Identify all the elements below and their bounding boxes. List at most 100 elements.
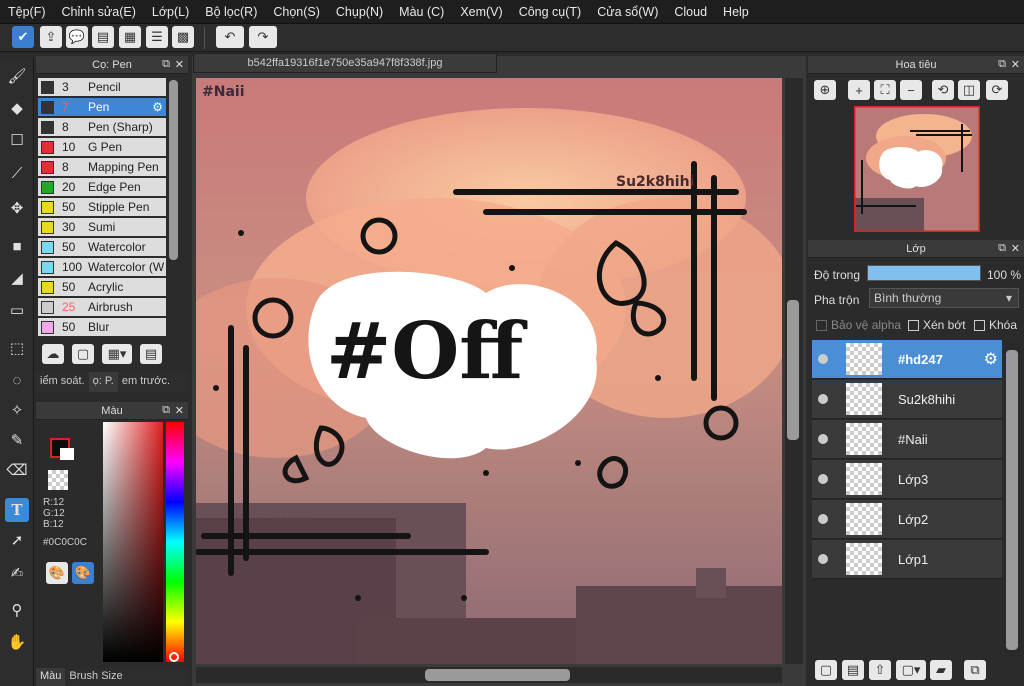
select-rect-tool-icon[interactable]: ⬚ — [5, 336, 29, 360]
close-icon[interactable]: ✕ — [175, 58, 184, 71]
layer-up-icon[interactable]: ⇧ — [869, 660, 891, 680]
menu-select[interactable]: Chọn(S) — [265, 5, 328, 19]
share-icon[interactable]: ⇪ — [40, 26, 62, 48]
brush-item[interactable]: 50 Stipple Pen — [38, 198, 166, 217]
brush-item[interactable]: 50 Watercolor — [38, 238, 166, 257]
visibility-icon[interactable] — [818, 474, 828, 484]
layer-row[interactable]: #Naii — [812, 420, 1002, 459]
background-color-swatch[interactable] — [60, 448, 74, 460]
redo-icon[interactable]: ↷ — [249, 26, 277, 48]
popout-icon[interactable]: ⧉ — [162, 58, 170, 71]
blend-mode-select[interactable]: Bình thường ▾ — [869, 288, 1019, 308]
bucket-tool-icon[interactable]: ◢ — [5, 266, 29, 290]
menu-layer[interactable]: Lớp(L) — [144, 5, 197, 19]
menu-view[interactable]: Xem(V) — [452, 5, 510, 19]
rotate-right-icon[interactable]: ⟳ — [986, 80, 1008, 100]
brush-menu-icon[interactable]: ▦▾ — [102, 344, 132, 364]
brush-item[interactable]: 100 Watercolor (W — [38, 258, 166, 277]
grid-icon[interactable]: ▩ — [172, 26, 194, 48]
brush-item[interactable]: 25 Airbrush — [38, 298, 166, 317]
gear-icon[interactable]: ⚙ — [984, 349, 998, 369]
visibility-icon[interactable] — [818, 434, 828, 444]
hand-tool-icon[interactable]: ✋ — [5, 630, 29, 654]
layer-scrollbar[interactable] — [1006, 350, 1018, 650]
rectangle-tool-icon[interactable]: ☐ — [5, 128, 29, 152]
zoom-in-icon[interactable]: + — [848, 80, 870, 100]
document-icon[interactable]: ▦ — [119, 26, 141, 48]
move-tool-icon[interactable]: ✥ — [5, 196, 29, 220]
zoom-out-icon[interactable]: − — [900, 80, 922, 100]
magic-wand-tool-icon[interactable]: ✧ — [5, 398, 29, 422]
brush-item[interactable]: 8 Pen (Sharp) — [38, 118, 166, 137]
brush-scrollbar[interactable] — [169, 80, 178, 260]
actual-size-icon[interactable]: ◫ — [958, 80, 980, 100]
cloud-brush-icon[interactable]: ☁ — [42, 344, 64, 364]
new-layer-alt-icon[interactable]: ▤ — [842, 660, 864, 680]
fit-screen-icon[interactable]: ⛶ — [874, 80, 896, 100]
popout-icon[interactable]: ⧉ — [998, 58, 1006, 71]
lasso-tool-icon[interactable]: ◌ — [5, 368, 29, 392]
palette-alt-icon[interactable]: 🎨 — [72, 562, 94, 584]
visibility-icon[interactable] — [818, 554, 828, 564]
navigator-thumbnail[interactable] — [854, 106, 980, 232]
saturation-value-picker[interactable] — [103, 422, 163, 662]
checkmark-icon[interactable]: ✔ — [12, 26, 34, 48]
vertical-scrollbar[interactable] — [787, 300, 799, 440]
layer-row[interactable]: Lớp1 — [812, 540, 1002, 579]
list-icon[interactable]: ☰ — [146, 26, 168, 48]
hue-slider[interactable] — [166, 422, 184, 662]
canvas-image[interactable]: #Off #Naii Su2k8hihi #hd247 — [196, 78, 782, 664]
menu-file[interactable]: Tệp(F) — [0, 5, 54, 19]
menu-edit[interactable]: Chỉnh sửa(E) — [54, 5, 144, 19]
brush-item[interactable]: 50 Blur — [38, 318, 166, 337]
menu-window[interactable]: Cửa sổ(W) — [589, 5, 666, 19]
opacity-slider[interactable] — [867, 265, 981, 281]
document-tab[interactable]: b542ffa19316f1e750e35a947f8f338f.jpg — [193, 53, 497, 73]
horizontal-scrollbar[interactable] — [425, 669, 570, 681]
select-eraser-tool-icon[interactable]: ⌫ — [5, 458, 29, 482]
zoom-fit-icon[interactable]: ⊕ — [814, 80, 836, 100]
visibility-icon[interactable] — [818, 394, 828, 404]
folder-icon[interactable]: ▰ — [930, 660, 952, 680]
menu-filter[interactable]: Bộ lọc(R) — [197, 5, 265, 19]
brush-item[interactable]: 10 G Pen — [38, 138, 166, 157]
protect-alpha-checkbox[interactable]: Bảo vệ alpha — [816, 318, 901, 332]
smudge-tool-icon[interactable]: ✍ — [5, 561, 29, 585]
popout-icon[interactable]: ⧉ — [998, 242, 1006, 255]
gradient-tool-icon[interactable]: ▭ — [5, 298, 29, 322]
new-layer-icon[interactable]: ▢ — [815, 660, 837, 680]
brush-item[interactable]: 3 Pencil — [38, 78, 166, 97]
brush-item[interactable]: 30 Sumi — [38, 218, 166, 237]
select-pen-tool-icon[interactable]: ✎ — [5, 428, 29, 452]
lock-checkbox[interactable]: Khóa — [974, 318, 1017, 332]
add-layer-menu-icon[interactable]: ▢▾ — [896, 660, 926, 680]
brush-tool-icon[interactable]: 🖌 — [5, 64, 29, 88]
comment-icon[interactable]: ▤ — [92, 26, 114, 48]
close-icon[interactable]: ✕ — [175, 404, 184, 417]
menu-tools[interactable]: Công cụ(T) — [511, 5, 590, 19]
brush-settings-icon[interactable]: ▤ — [140, 344, 162, 364]
tab-control[interactable]: iểm soát. — [36, 372, 89, 392]
hue-handle[interactable] — [169, 652, 179, 662]
visibility-icon[interactable] — [818, 354, 828, 364]
layer-row[interactable]: Lớp2 — [812, 500, 1002, 539]
tab-brush[interactable]: ọ: P. — [88, 372, 118, 392]
fill-rect-tool-icon[interactable]: ■ — [5, 234, 29, 258]
operation-tool-icon[interactable]: ➚ — [5, 528, 29, 552]
transparent-swatch[interactable] — [48, 470, 68, 490]
menu-capture[interactable]: Chụp(N) — [328, 5, 391, 19]
menu-cloud[interactable]: Cloud — [666, 5, 715, 19]
gear-icon[interactable]: ⚙ — [152, 100, 163, 114]
brush-item[interactable]: 7 Pen ⚙ — [38, 98, 166, 117]
tab-brush-size[interactable]: Brush Size — [65, 668, 126, 686]
palette-icon[interactable]: 🎨 — [46, 562, 68, 584]
layer-row[interactable]: Su2k8hihi — [812, 380, 1002, 419]
close-icon[interactable]: ✕ — [1011, 58, 1020, 71]
duplicate-layer-icon[interactable]: ⧉ — [964, 660, 986, 680]
layer-row[interactable]: Lớp3 — [812, 460, 1002, 499]
clipping-checkbox[interactable]: Xén bớt — [908, 318, 966, 332]
undo-icon[interactable]: ↶ — [216, 26, 244, 48]
line-tool-icon[interactable]: ⟋ — [5, 161, 29, 185]
eyedropper-tool-icon[interactable]: ⚲ — [5, 598, 29, 622]
text-tool-icon[interactable]: T — [5, 498, 29, 522]
